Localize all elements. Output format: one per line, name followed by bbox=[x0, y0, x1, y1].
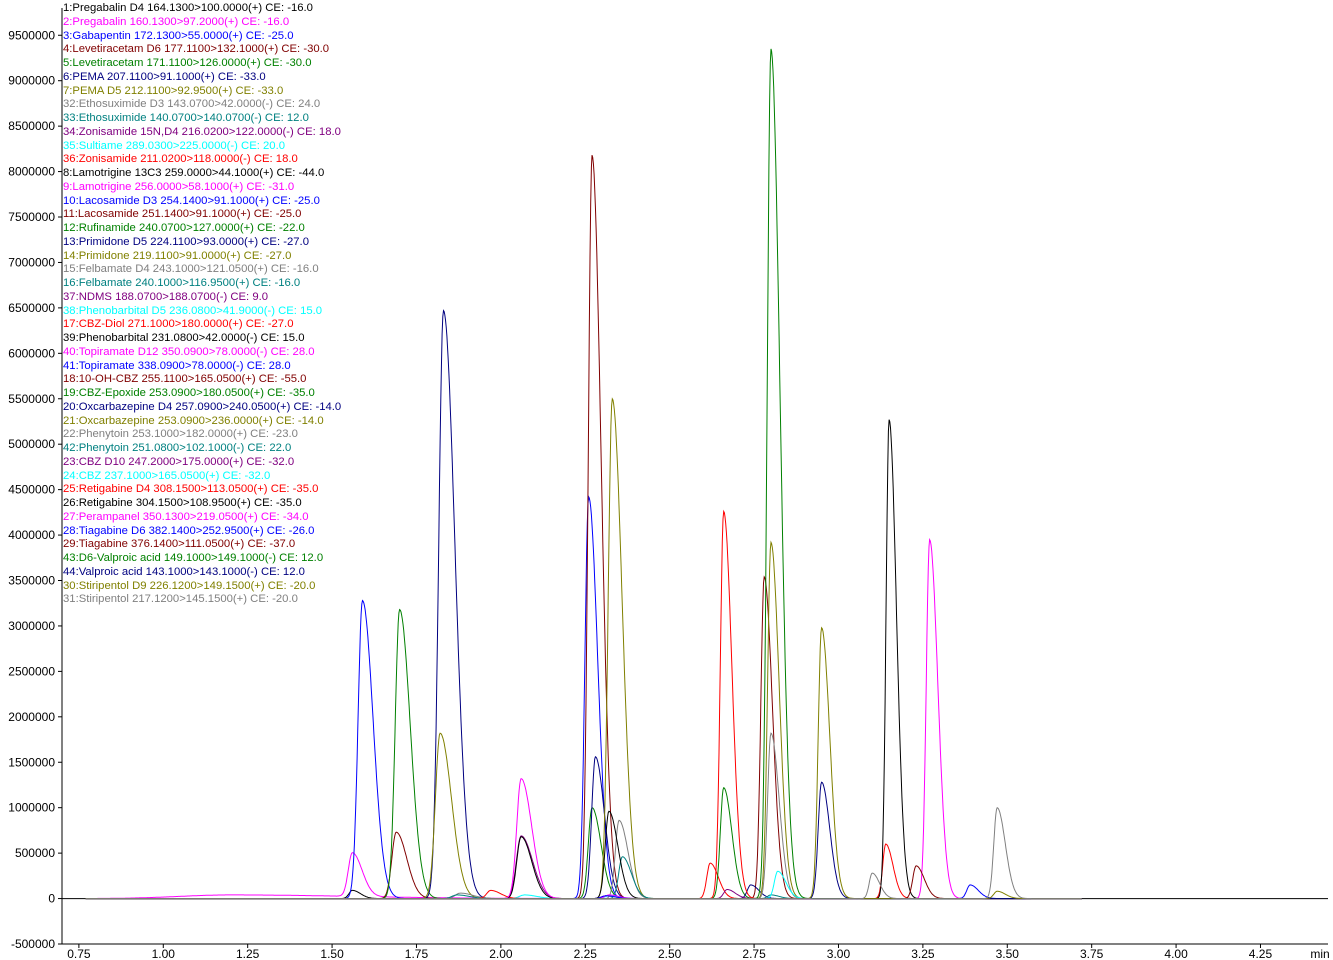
legend-item: 44:Valproic acid 143.1000>143.1000(-) CE… bbox=[63, 565, 305, 578]
y-tick-label: 5000000 bbox=[8, 437, 55, 451]
legend-item: 3:Gabapentin 172.1300>55.0000(+) CE: -25… bbox=[63, 29, 294, 42]
legend-item: 41:Topiramate 338.0900>78.0000(-) CE: 28… bbox=[63, 359, 291, 372]
legend-item: 29:Tiagabine 376.1400>111.0500(+) CE: -3… bbox=[63, 538, 296, 551]
legend-item: 15:Felbamate D4 243.1000>121.0500(+) CE:… bbox=[63, 263, 319, 276]
legend-item: 24:CBZ 237.1000>165.0500(+) CE: -32.0 bbox=[63, 469, 271, 482]
y-tick-label: 500000 bbox=[15, 846, 55, 860]
x-tick-label: 4.00 bbox=[1164, 947, 1188, 960]
legend-item: 5:Levetiracetam 171.1100>126.0000(+) CE:… bbox=[63, 57, 312, 69]
legend-item: 18:10-OH-CBZ 255.1100>165.0500(+) CE: -5… bbox=[63, 373, 307, 386]
y-tick-label: 9000000 bbox=[8, 74, 55, 88]
x-tick-label: 2.50 bbox=[658, 947, 682, 960]
y-tick-label: 8000000 bbox=[8, 165, 55, 179]
legend-item: 25:Retigabine D4 308.1500>113.0500(+) CE… bbox=[63, 483, 319, 496]
legend-item: 23:CBZ D10 247.2000>175.0000(+) CE: -32.… bbox=[63, 455, 295, 468]
legend-item: 34:Zonisamide 15N,D4 216.0200>122.0000(-… bbox=[63, 125, 341, 138]
legend-item: 12:Rufinamide 240.0700>127.0000(+) CE: -… bbox=[63, 222, 305, 234]
x-tick-label: 1.75 bbox=[405, 947, 429, 960]
legend-item: 11:Lacosamide 251.1400>91.1000(+) CE: -2… bbox=[63, 208, 302, 221]
y-tick-label: 4500000 bbox=[8, 483, 55, 497]
y-axis: 9500000 9000000 8500000 8000000 7500000 70000… bbox=[8, 8, 63, 951]
legend-item: 42:Phenytoin 251.0800>102.1000(-) CE: 22… bbox=[63, 442, 292, 454]
legend-item: 7:PEMA D5 212.1100>92.9500(+) CE: -33.0 bbox=[63, 84, 284, 97]
legend-item: 22:Phenytoin 253.1000>182.0000(+) CE: -2… bbox=[63, 428, 298, 441]
legend-item: 26:Retigabine 304.1500>108.9500(+) CE: -… bbox=[63, 497, 302, 509]
legend-item: 4:Levetiracetam D6 177.1100>132.1000(+) … bbox=[63, 43, 330, 56]
x-tick-label: 3.75 bbox=[1080, 947, 1104, 960]
y-tick-label: 0 bbox=[48, 892, 55, 906]
legend-item: 32:Ethosuximide D3 143.0700>42.0000(-) C… bbox=[63, 98, 321, 111]
y-tick-label: 1000000 bbox=[8, 801, 55, 815]
x-tick-label: 1.00 bbox=[152, 947, 176, 960]
legend-item: 6:PEMA 207.1100>91.1000(+) CE: -33.0 bbox=[63, 70, 266, 83]
legend-item: 36:Zonisamide 211.0200>118.0000(-) CE: 1… bbox=[63, 153, 298, 166]
x-axis: 0.75 1.00 1.25 1.50 1.75 2.00 2.25 2.50 2.75 3.00… bbox=[62, 898, 1330, 960]
legend-item: 37:NDMS 188.0700>188.0700(-) CE: 9.0 bbox=[63, 290, 269, 303]
legend-item: 43:D6-Valproic acid 149.1000>149.1000(-)… bbox=[63, 552, 324, 564]
y-tick-label: 3000000 bbox=[8, 619, 55, 633]
series-trace bbox=[85, 865, 1082, 900]
x-tick-label: 4.25 bbox=[1249, 947, 1273, 960]
y-tick-label: 2000000 bbox=[8, 710, 55, 724]
y-tick-label: 7500000 bbox=[8, 210, 55, 224]
legend-item: 17:CBZ-Diol 271.1000>180.0000(+) CE: -27… bbox=[63, 318, 294, 331]
y-tick-label: 1500000 bbox=[8, 755, 55, 769]
legend-item: 38:Phenobarbital D5 236.0800>41.9000(-) … bbox=[63, 304, 323, 317]
x-tick-label: 1.50 bbox=[320, 947, 344, 960]
y-tick-label: -500000 bbox=[11, 937, 55, 951]
legend-item: 31:Stiripentol 217.1200>145.1500(+) CE: … bbox=[63, 593, 298, 606]
x-tick-label: 1.25 bbox=[236, 947, 260, 960]
y-tick-label: 2500000 bbox=[8, 664, 55, 678]
legend-item: 28:Tiagabine D6 382.1400>252.9500(+) CE:… bbox=[63, 524, 315, 537]
x-tick-label: 3.00 bbox=[827, 947, 851, 960]
legend-item: 19:CBZ-Epoxide 253.0900>180.0500(+) CE: … bbox=[63, 387, 315, 399]
y-tick-label: 9500000 bbox=[8, 28, 55, 42]
y-tick-label: 6500000 bbox=[8, 301, 55, 315]
legend-item: 39:Phenobarbital 231.0800>42.0000(-) CE:… bbox=[63, 332, 305, 344]
legend-item: 8:Lamotrigine 13C3 259.0000>44.1000(+) C… bbox=[63, 167, 325, 179]
y-tick-label: 5500000 bbox=[8, 392, 55, 406]
legend-item: 16:Felbamate 240.1000>116.9500(+) CE: -1… bbox=[63, 277, 301, 289]
legend-item: 35:Sultiame 289.0300>225.0000(-) CE: 20.… bbox=[63, 139, 286, 152]
legend-item: 13:Primidone D5 224.1100>93.0000(+) CE: … bbox=[63, 235, 309, 248]
legend-item: 10:Lacosamide D3 254.1400>91.1000(+) CE:… bbox=[63, 194, 320, 207]
legend-item: 33:Ethosuximide 140.0700>140.0700(-) CE:… bbox=[63, 112, 309, 124]
y-tick-label: 3500000 bbox=[8, 574, 55, 588]
y-tick-label: 8500000 bbox=[8, 119, 55, 133]
legend: 1:Pregabalin D4 164.1300>100.0000(+) CE:… bbox=[63, 2, 663, 607]
legend-item: 21:Oxcarbazepine 253.0900>236.0000(+) CE… bbox=[63, 414, 324, 427]
legend-item: 27:Perampanel 350.1300>219.0500(+) CE: -… bbox=[63, 510, 309, 523]
legend-item: 40:Topiramate D12 350.0900>78.0000(-) CE… bbox=[63, 345, 315, 358]
x-tick-label: 2.25 bbox=[574, 947, 598, 960]
x-tick-label: 2.00 bbox=[489, 947, 513, 960]
legend-item: 30:Stiripentol D9 226.1200>149.1500(+) C… bbox=[63, 579, 316, 592]
y-tick-label: 7000000 bbox=[8, 255, 55, 269]
x-tick-label: 2.75 bbox=[742, 947, 766, 960]
legend-item: 9:Lamotrigine 256.0000>58.1000(+) CE: -3… bbox=[63, 180, 295, 193]
legend-item: 1:Pregabalin D4 164.1300>100.0000(+) CE:… bbox=[63, 2, 313, 14]
x-tick-label: 3.50 bbox=[996, 947, 1020, 960]
x-axis-unit-label: min bbox=[1310, 947, 1329, 960]
legend-item: 14:Primidone 219.1100>91.0000(+) CE: -27… bbox=[63, 249, 292, 262]
x-tick-label: 0.75 bbox=[67, 947, 91, 960]
y-tick-label: 4000000 bbox=[8, 528, 55, 542]
y-tick-label: 6000000 bbox=[8, 346, 55, 360]
x-tick-label: 3.25 bbox=[911, 947, 935, 960]
legend-item: 20:Oxcarbazepine D4 257.0900>240.0500(+)… bbox=[63, 400, 342, 413]
legend-item: 2:Pregabalin 160.1300>97.2000(+) CE: -16… bbox=[63, 15, 290, 28]
